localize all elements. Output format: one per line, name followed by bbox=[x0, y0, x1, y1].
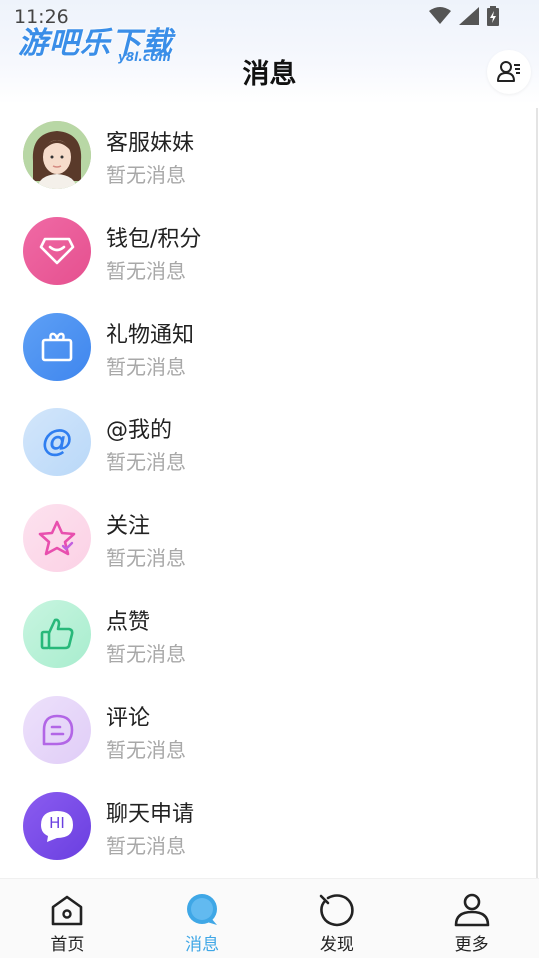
signal-icon bbox=[459, 7, 479, 25]
message-item-preview: 暂无消息 bbox=[106, 258, 186, 283]
message-item-title: 钱包/积分 bbox=[106, 226, 202, 252]
message-item-title: 客服妹妹 bbox=[106, 131, 195, 156]
tab-label: 首页 bbox=[50, 935, 85, 955]
message-item-title: 评论 bbox=[106, 705, 151, 731]
avatar bbox=[23, 216, 91, 285]
comment-icon bbox=[42, 714, 74, 746]
tab-label: 更多 bbox=[454, 935, 489, 955]
message-item-preview: 暂无消息 bbox=[106, 546, 186, 571]
wifi-icon bbox=[429, 7, 451, 24]
message-item-mentions[interactable]: @ @我的 暂无消息 bbox=[0, 395, 539, 491]
message-list: 客服妹妹 暂无消息 钱包/积分 暂无消息 礼物通知 暂无消息 @ @我的 暂无消… bbox=[0, 108, 539, 874]
avatar bbox=[23, 599, 91, 668]
message-item-preview: 暂无消息 bbox=[106, 450, 186, 475]
message-item-title: @我的 bbox=[106, 418, 173, 444]
diamond-icon bbox=[39, 237, 75, 265]
page-title: 消息 bbox=[242, 59, 297, 90]
avatar-photo bbox=[23, 121, 91, 189]
message-item-title: 聊天申请 bbox=[106, 801, 195, 827]
message-item-comments[interactable]: 评论 暂无消息 bbox=[0, 683, 539, 779]
message-item-preview: 暂无消息 bbox=[106, 737, 186, 762]
message-item-wallet[interactable]: 钱包/积分 暂无消息 bbox=[0, 204, 539, 300]
avatar bbox=[23, 312, 91, 381]
tab-label: 消息 bbox=[185, 935, 220, 955]
message-item-chat-request[interactable]: HI 聊天申请 暂无消息 bbox=[0, 779, 539, 875]
message-item-preview: 暂无消息 bbox=[106, 163, 186, 187]
profile-icon bbox=[453, 891, 491, 929]
avatar: HI bbox=[23, 791, 91, 860]
contacts-icon bbox=[497, 61, 520, 82]
message-item-preview: 暂无消息 bbox=[106, 833, 186, 858]
tab-more[interactable]: 更多 bbox=[404, 879, 539, 958]
thumbs-up-icon bbox=[40, 618, 74, 650]
contacts-button[interactable] bbox=[487, 50, 531, 94]
discover-icon bbox=[318, 891, 356, 929]
home-icon bbox=[49, 891, 85, 929]
tab-label: 发现 bbox=[319, 935, 354, 955]
message-icon bbox=[183, 891, 221, 929]
message-item-follow[interactable]: 关注 暂无消息 bbox=[0, 491, 539, 587]
battery-icon bbox=[487, 6, 499, 26]
message-item-likes[interactable]: 点赞 暂无消息 bbox=[0, 587, 539, 683]
gift-icon bbox=[41, 332, 73, 361]
header: 11:26 游吧乐下载 y8l.com 消息 bbox=[0, 0, 539, 104]
status-icons bbox=[429, 6, 499, 26]
tab-messages[interactable]: 消息 bbox=[135, 879, 270, 958]
bottom-tab-bar: 首页 消息 发现 更多 bbox=[0, 878, 539, 958]
message-item-title: 礼物通知 bbox=[106, 322, 195, 348]
message-item-title: 关注 bbox=[106, 514, 151, 540]
tab-discover[interactable]: 发现 bbox=[270, 879, 405, 958]
tab-home[interactable]: 首页 bbox=[0, 879, 135, 958]
at-icon: @ bbox=[42, 424, 73, 460]
message-item-preview: 暂无消息 bbox=[106, 354, 186, 379]
avatar bbox=[23, 695, 91, 764]
avatar bbox=[23, 504, 91, 573]
message-item-customer-service[interactable]: 客服妹妹 暂无消息 bbox=[0, 108, 539, 204]
chat-bubble-text: HI bbox=[49, 813, 65, 832]
avatar bbox=[23, 121, 91, 189]
message-item-preview: 暂无消息 bbox=[106, 641, 186, 666]
svg-text:@: @ bbox=[42, 424, 72, 459]
message-item-title: 点赞 bbox=[106, 609, 151, 635]
message-item-gift[interactable]: 礼物通知 暂无消息 bbox=[0, 300, 539, 396]
avatar: @ bbox=[23, 408, 91, 477]
star-icon bbox=[38, 520, 76, 556]
